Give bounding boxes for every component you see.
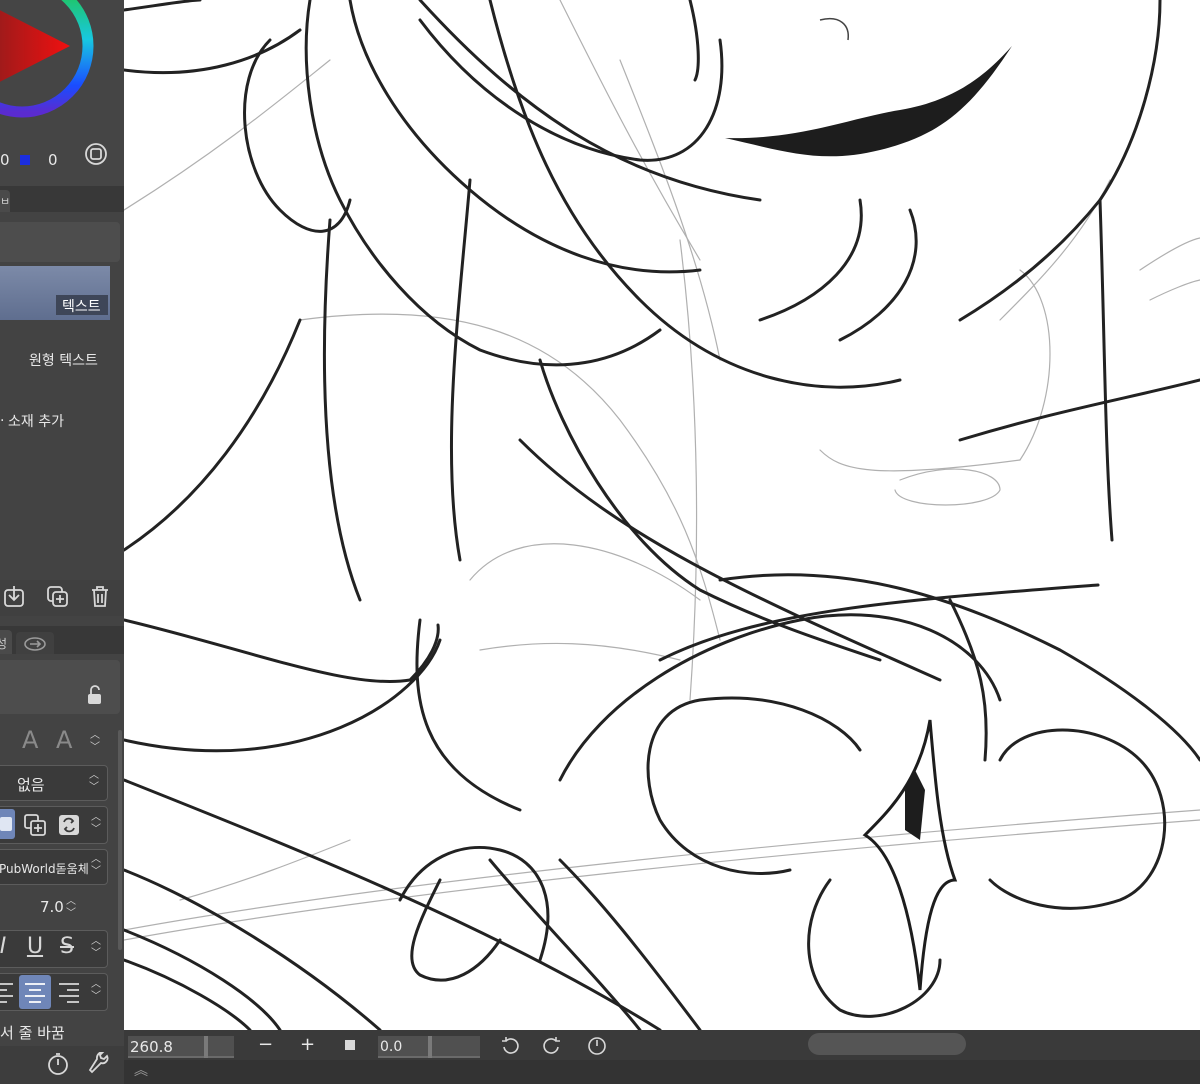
- align-center-icon: [25, 983, 45, 1003]
- reset-rotation-icon[interactable]: [586, 1034, 608, 1056]
- bottom-toolbar: 260.8 − + 0.0 ︽: [124, 1030, 1200, 1084]
- wrench-icon[interactable]: [88, 1052, 112, 1076]
- wrap-row: 서 줄 바꿈: [0, 1016, 124, 1046]
- tab-tool-property[interactable]: 성: [0, 630, 12, 654]
- font-dropdown-value: PubWorld돋움체: [0, 862, 89, 876]
- align-right-icon[interactable]: [57, 980, 81, 1004]
- fit-button[interactable]: [345, 1040, 355, 1050]
- blue-swatch[interactable]: [20, 155, 30, 165]
- layer-mode-row: ︿ ﹀: [0, 806, 108, 844]
- sub-tool-item-round-label: 원형 텍스트: [29, 353, 98, 369]
- underline-button[interactable]: U: [25, 936, 45, 958]
- rotate-left-icon[interactable]: [500, 1035, 520, 1055]
- duplicate-icon[interactable]: [45, 584, 71, 610]
- sub-tool-item-text[interactable]: 텍스트: [0, 266, 110, 320]
- frame-icon[interactable]: [84, 142, 108, 166]
- zoom-in-button[interactable]: +: [300, 1034, 315, 1055]
- none-dropdown-value: 없음: [17, 776, 45, 794]
- sub-tool-item-round-text[interactable]: 원형 텍스트: [0, 336, 114, 376]
- convert-layer-icon[interactable]: [57, 813, 81, 837]
- none-dropdown[interactable]: 없음 ︿ ﹀: [0, 765, 108, 801]
- sub-tool-header: [0, 222, 120, 262]
- add-material-label: 소재 추가: [8, 414, 64, 430]
- tab-sub-tool[interactable]: ㅂ: [0, 190, 10, 212]
- color-value-a: 0: [0, 151, 10, 169]
- tab-strip-top: ㅂ: [0, 186, 124, 212]
- align-left-icon[interactable]: [0, 980, 15, 1004]
- rotation-value: 0.0: [380, 1039, 403, 1055]
- color-value-b: 0: [48, 151, 58, 169]
- italic-button[interactable]: I: [0, 936, 11, 958]
- panel-footer: [0, 1046, 124, 1084]
- collapse-chevron-icon[interactable]: ︽: [134, 1060, 148, 1080]
- unlock-icon[interactable]: [84, 684, 106, 706]
- navigator-icon: [24, 637, 46, 651]
- color-panel: 0 0: [0, 0, 124, 186]
- align-center-button[interactable]: [19, 975, 51, 1009]
- text-fill-icon[interactable]: A: [22, 728, 38, 752]
- zoom-value: 260.8: [130, 1038, 173, 1056]
- tab-strip-property: 성: [0, 626, 124, 654]
- font-dropdown[interactable]: PubWorld돋움체 ︿ ﹀: [0, 849, 108, 885]
- zoom-slider-thumb[interactable]: [204, 1036, 208, 1058]
- drawing-canvas[interactable]: [124, 0, 1200, 1030]
- property-header: [0, 660, 120, 714]
- text-style-spinner[interactable]: ︿ ﹀: [88, 730, 102, 756]
- strikethrough-button[interactable]: S: [57, 936, 77, 958]
- trash-icon[interactable]: [88, 584, 114, 610]
- color-wheel[interactable]: [0, 0, 124, 150]
- add-material-row[interactable]: . 소재 추가: [0, 406, 114, 434]
- left-panel: 0 0 ㅂ 텍스트 원형 텍스트 . 소재 추가 성 A A ︿ ﹀ 없음 ︿ …: [0, 0, 124, 1084]
- text-3d-icon[interactable]: A: [56, 728, 72, 752]
- rotation-slider-thumb[interactable]: [428, 1036, 432, 1058]
- zoom-field[interactable]: 260.8: [128, 1036, 234, 1058]
- timer-icon[interactable]: [46, 1052, 70, 1076]
- horizontal-scrollbar[interactable]: [808, 1033, 966, 1055]
- text-decoration-row: I U S ︿ ﹀: [0, 930, 108, 968]
- sub-tool-item-label: 텍스트: [62, 299, 101, 315]
- add-layer-icon[interactable]: [23, 813, 47, 837]
- import-icon[interactable]: [2, 584, 28, 610]
- sub-tool-actions: [0, 580, 124, 616]
- zoom-out-button[interactable]: −: [258, 1034, 273, 1055]
- rotation-field[interactable]: 0.0: [378, 1036, 480, 1058]
- text-style-row: A A ︿ ﹀: [0, 722, 110, 762]
- rotate-right-icon[interactable]: [542, 1035, 562, 1055]
- wrap-label: 서 줄 바꿈: [0, 1024, 65, 1042]
- font-size-value[interactable]: 7.0: [40, 898, 64, 916]
- alignment-row: ︿ ﹀: [0, 973, 108, 1011]
- panel-scrollbar[interactable]: [118, 730, 122, 950]
- font-size-row: 7.0 ︿ ﹀: [40, 896, 76, 919]
- mode-button-1[interactable]: [0, 809, 15, 839]
- tab-navigator[interactable]: [16, 632, 54, 654]
- sketch-artwork: [124, 0, 1200, 1030]
